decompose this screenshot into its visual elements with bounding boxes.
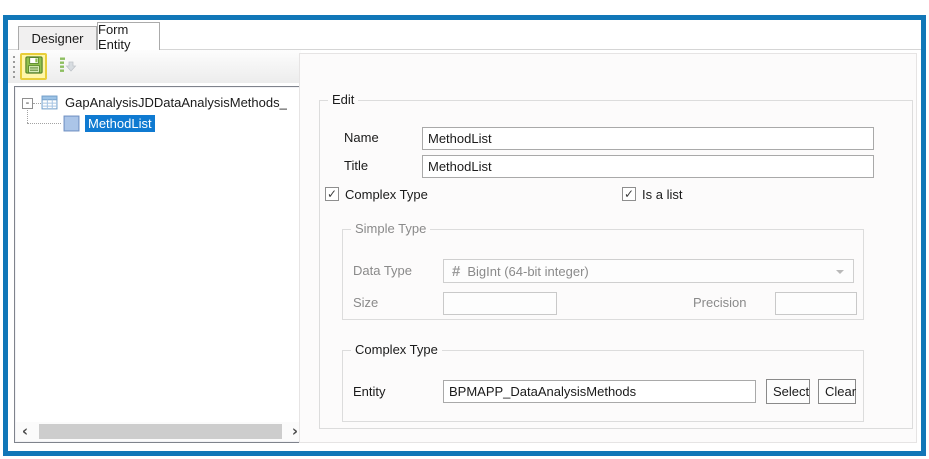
complex-type-legend: Complex Type	[351, 342, 442, 357]
scroll-left-icon[interactable]: ‹	[16, 423, 34, 440]
checkbox-check-icon[interactable]: ✓	[325, 187, 339, 201]
tree-node-root-label[interactable]: GapAnalysisJDDataAnalysisMethods_	[62, 94, 290, 111]
tab-designer-label: Designer	[31, 31, 84, 46]
field-square-icon	[63, 115, 80, 132]
name-label: Name	[344, 130, 379, 145]
entity-table-icon	[41, 94, 58, 111]
is-a-list-checkbox-label: Is a list	[642, 187, 683, 202]
entity-input[interactable]	[443, 380, 756, 403]
data-type-label: Data Type	[353, 263, 413, 278]
tree-connector	[27, 110, 28, 123]
is-a-list-checkbox[interactable]: ✓ Is a list	[622, 187, 682, 202]
entity-tree: - GapAnalysisJDDataAnalysisMethods_ Meth…	[14, 86, 316, 443]
size-label: Size	[353, 295, 379, 310]
tree-node-root[interactable]: GapAnalysisJDDataAnalysisMethods_	[41, 93, 290, 112]
number-hash-icon: #	[452, 262, 461, 280]
toolbar-grip-icon[interactable]	[12, 55, 16, 78]
name-input[interactable]	[422, 127, 874, 150]
tree-connector	[27, 123, 61, 124]
complex-type-groupbox: Complex Type Entity Select Clear	[342, 342, 864, 422]
apply-down-icon	[59, 56, 77, 77]
tree-connector	[33, 103, 41, 104]
title-input[interactable]	[422, 155, 874, 178]
simple-type-groupbox: Simple Type Data Type # BigInt (64-bit i…	[342, 221, 864, 320]
dropdown-arrow-icon[interactable]	[836, 270, 844, 274]
window-frame: Designer Form Entity - GapAnalysisJDData…	[3, 15, 926, 456]
precision-input[interactable]	[775, 292, 857, 315]
save-floppy-icon	[24, 56, 43, 77]
tree-node-methodlist-label[interactable]: MethodList	[85, 115, 155, 132]
tree-expander-collapse[interactable]: -	[22, 98, 33, 109]
precision-label: Precision	[693, 295, 747, 310]
entity-label: Entity	[353, 384, 386, 399]
clear-button[interactable]: Clear	[818, 379, 856, 404]
edit-groupbox: Edit Name Title ✓ Complex Type ✓ Is a li…	[319, 92, 913, 429]
toolbar	[8, 50, 301, 83]
data-type-value: BigInt (64-bit integer)	[467, 263, 589, 279]
tab-designer[interactable]: Designer	[18, 26, 97, 50]
tab-form-entity-label: Form Entity	[98, 21, 131, 52]
edit-groupbox-legend: Edit	[328, 92, 359, 107]
data-type-combobox[interactable]: # BigInt (64-bit integer)	[443, 259, 854, 283]
tree-node-methodlist[interactable]: MethodList	[63, 114, 155, 133]
checkbox-check-icon[interactable]: ✓	[622, 187, 636, 201]
size-input[interactable]	[443, 292, 557, 315]
complex-type-checkbox-label: Complex Type	[345, 187, 428, 202]
complex-type-checkbox[interactable]: ✓ Complex Type	[325, 187, 428, 202]
title-label: Title	[344, 158, 369, 173]
horizontal-scrollbar[interactable]: ‹ ›	[16, 422, 314, 441]
save-button[interactable]	[20, 53, 47, 80]
apply-button[interactable]	[54, 53, 81, 80]
simple-type-legend: Simple Type	[351, 221, 431, 236]
scrollbar-thumb[interactable]	[39, 424, 282, 439]
editor-panel: Edit Name Title ✓ Complex Type ✓ Is a li…	[299, 53, 917, 443]
tab-form-entity[interactable]: Form Entity	[97, 21, 160, 52]
screen: Designer Form Entity - GapAnalysisJDData…	[0, 0, 929, 459]
select-button[interactable]: Select	[766, 379, 810, 404]
